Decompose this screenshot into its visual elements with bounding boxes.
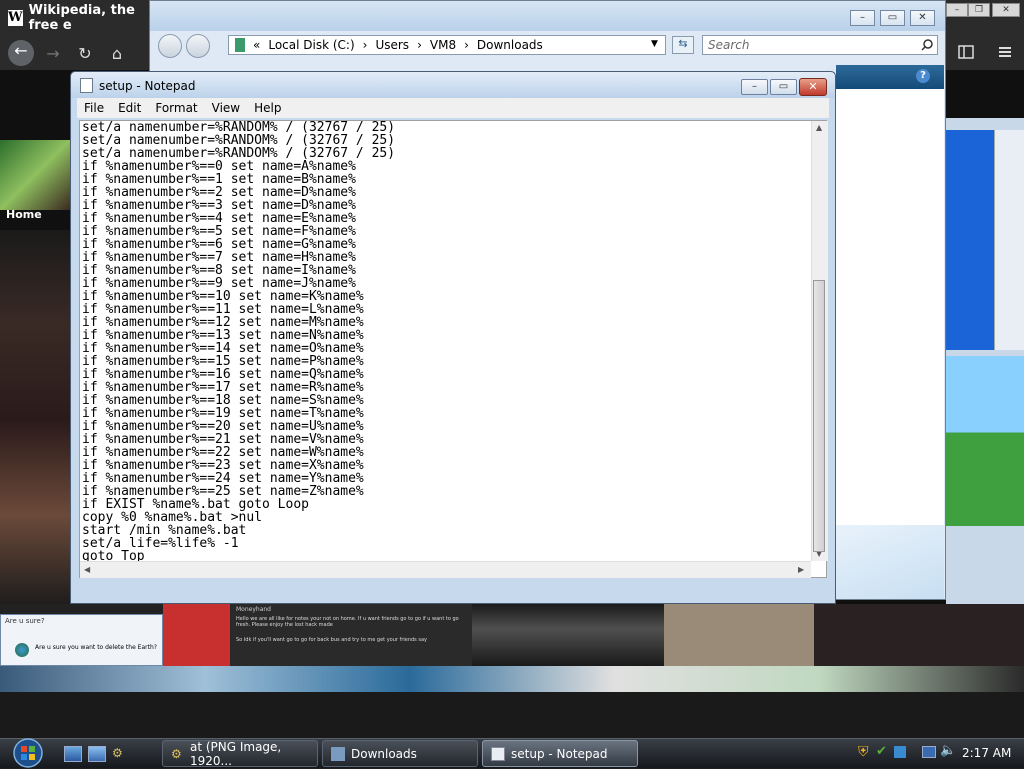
search-input[interactable]: Search [702,35,938,55]
explorer-minimize-button[interactable]: – [850,10,875,26]
desktop-strip [0,692,1024,738]
search-icon[interactable] [921,39,933,51]
task-button-downloads[interactable]: Downloads [322,740,478,767]
menu-edit[interactable]: Edit [111,101,148,115]
browser-tab-title: Wikipedia, the free e [28,3,135,33]
notepad-menubar: File Edit Format View Help [77,98,829,118]
dialog-thumbnail: Are u sure? Are u sure you want to delet… [0,614,163,666]
notepad-close-button[interactable]: ✕ [799,78,827,96]
notepad-maximize-button[interactable]: ▭ [770,79,797,95]
forward-button[interactable]: → [42,43,64,65]
browser-tab[interactable]: W Wikipedia, the free e [0,0,150,36]
notepad-icon [491,746,505,761]
chat-name: Moneyhand [236,606,271,613]
notepad-edit-area[interactable]: set/a namenumber=%RANDOM% / (32767 / 25)… [79,120,828,578]
task-label: setup - Notepad [511,746,608,761]
breadcrumb-users[interactable]: Users [375,38,409,52]
chat-thumbnail: Moneyhand Hello we are all like for note… [230,604,472,666]
notepad-icon [80,78,93,93]
notepad-minimize-button[interactable]: – [741,79,768,95]
breadcrumb-prefix: « [253,38,261,52]
page-sidebar-image [0,230,70,610]
volume-muted-icon[interactable]: 🔈 [940,743,956,758]
game-scene-lower [946,356,1024,526]
explorer-close-button[interactable]: ✕ [910,10,935,26]
sidebar-icon[interactable] [958,45,974,59]
back-button[interactable]: ← [8,40,34,66]
horizontal-scrollbar[interactable]: ◀ ▶ [80,561,811,578]
show-desktop-icon[interactable] [64,746,82,762]
wikipedia-logo-icon: W [8,10,23,26]
task-button-notepad[interactable]: setup - Notepad [482,740,638,767]
dialog-message: Are u sure you want to delete the Earth? [35,644,157,651]
browser-close-button[interactable]: ✕ [992,3,1020,17]
menu-icon[interactable] [998,45,1012,59]
chat-message: So Idk if you'll want go to go for back … [236,637,428,643]
game-side-panel [994,130,1024,350]
breadcrumb-sep: › [417,38,422,52]
refresh-icon[interactable]: ⇆ [672,36,694,54]
folder-icon [331,746,345,761]
chat-message: Hello we are all like for notes your not… [236,616,459,628]
folder-icon [235,38,245,52]
browser-minimize-button[interactable]: – [946,3,968,17]
menu-file[interactable]: File [77,101,111,115]
breadcrumb-downloads[interactable]: Downloads [477,38,543,52]
page-image [0,140,70,210]
scroll-up-icon[interactable]: ▲ [816,123,822,132]
explorer-details-pane [836,525,944,599]
task-label: Downloads [351,746,417,761]
dialog-title: Are u sure? [5,617,45,625]
switch-windows-icon[interactable] [88,746,106,762]
explorer-titlebar [150,1,945,31]
update-icon[interactable]: ✔ [876,744,887,759]
breadcrumb-sep: › [362,38,368,52]
menu-help[interactable]: Help [247,101,288,115]
background-thumbnails-row [0,666,1024,692]
app-tray-icon[interactable] [894,746,906,758]
network-icon[interactable] [922,746,936,758]
address-dropdown-icon[interactable]: ▼ [651,39,658,49]
browser-maximize-button[interactable]: ❐ [968,3,990,17]
browser-right-toolbar [946,36,1024,70]
notepad-text[interactable]: set/a namenumber=%RANDOM% / (32767 / 25)… [82,121,810,561]
menu-format[interactable]: Format [148,101,204,115]
scroll-right-icon[interactable]: ▶ [798,565,804,574]
explorer-maximize-button[interactable]: ▭ [880,10,905,26]
vertical-scroll-thumb[interactable] [813,280,825,552]
security-shield-icon[interactable]: ⛨ [858,744,869,760]
earth-icon [15,643,29,657]
home-link[interactable]: Home [6,208,42,221]
breadcrumb-sep: › [464,38,469,52]
reload-button[interactable]: ↻ [74,43,96,65]
thumbnail-video [472,604,664,666]
thumbnail-red [163,604,230,666]
help-icon[interactable]: ? [916,69,930,83]
breadcrumb-vm8[interactable]: VM8 [430,38,456,52]
search-placeholder: Search [708,38,750,52]
notepad-window: setup - Notepad – ▭ ✕ File Edit Format V… [70,71,836,604]
explorer-forward-button[interactable] [186,34,210,58]
menu-view[interactable]: View [205,101,247,115]
gear-icon[interactable]: ⚙ [112,746,128,760]
game-scene [946,130,994,350]
start-button-icon[interactable] [8,737,48,769]
thumbnail-photo [664,604,814,666]
scroll-left-icon[interactable]: ◀ [84,565,90,574]
address-bar[interactable]: « Local Disk (C:) › Users › VM8 › Downlo… [228,35,666,55]
home-button[interactable]: ⌂ [106,43,128,65]
notepad-title: setup - Notepad [99,79,196,93]
explorer-content [836,65,944,525]
notepad-titlebar[interactable]: setup - Notepad – ▭ ✕ [71,72,835,98]
clock[interactable]: 2:17 AM [962,746,1011,760]
task-label: at (PNG Image, 1920... [189,739,282,768]
breadcrumb-local-disk[interactable]: Local Disk (C:) [268,38,354,52]
explorer-back-button[interactable] [158,34,182,58]
task-button-image[interactable]: ⚙ at (PNG Image, 1920... [162,739,318,768]
explorer-command-bar: ? [836,65,944,89]
image-icon: ⚙ [171,746,182,761]
thumbnail-dark [814,604,1024,666]
